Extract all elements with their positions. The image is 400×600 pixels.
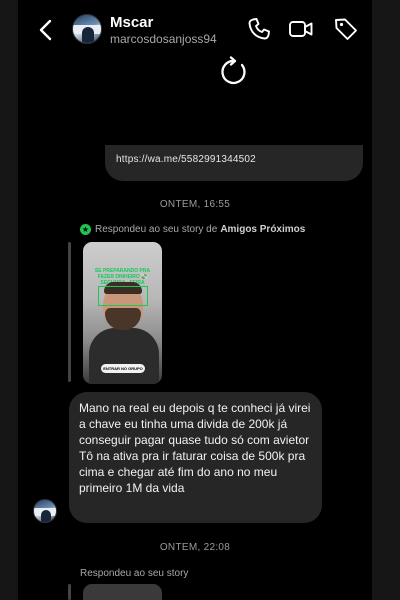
sender-avatar[interactable] <box>33 499 57 523</box>
chat-header: Mscar marcosdosanjoss94 <box>18 0 372 58</box>
story-reply-label: Respondeu ao seu story <box>80 568 189 579</box>
contact-name[interactable]: Mscar <box>110 14 153 31</box>
refresh-icon[interactable] <box>218 56 250 88</box>
reply-indicator-bar <box>68 242 71 382</box>
close-friends-star-icon: ★ <box>80 224 91 235</box>
text-message-bubble[interactable]: Mano na real eu depois q te conheci já v… <box>69 392 322 523</box>
story-thumbnail[interactable]: SE PREPARANDO PRA FAZER DINHEIRO 💸 SEGUN… <box>83 242 162 384</box>
close-friends-label: Amigos Próximos <box>220 224 306 235</box>
story-thumbnail[interactable] <box>83 584 162 600</box>
link-message-bubble[interactable]: https://wa.me/5582991344502 <box>105 145 363 181</box>
left-edge <box>0 0 18 600</box>
avatar[interactable] <box>72 14 102 44</box>
link-text[interactable]: https://wa.me/5582991344502 <box>116 154 256 165</box>
timestamp: ONTEM, 22:08 <box>159 542 231 553</box>
timestamp: ONTEM, 16:55 <box>159 199 231 210</box>
back-icon[interactable] <box>38 19 54 41</box>
reply-indicator-bar <box>68 584 71 600</box>
contact-username[interactable]: marcosdosanjoss94 <box>110 32 217 46</box>
conversation-view: Mscar marcosdosanjoss94 https://wa.me/55… <box>18 0 372 600</box>
phone-icon[interactable] <box>246 16 272 42</box>
story-reply-label: ★ Respondeu ao seu story de Amigos Próxi… <box>80 224 305 235</box>
right-edge <box>372 0 400 600</box>
video-icon[interactable] <box>288 16 314 42</box>
story-reply-prefix: Respondeu ao seu story de <box>95 224 218 235</box>
message-text: Tô na ativa pra ir faturar coisa de 500k… <box>79 449 306 495</box>
tag-icon[interactable] <box>333 16 359 42</box>
chat-screen: Mscar marcosdosanjoss94 https://wa.me/55… <box>0 0 400 600</box>
message-text: Mano na real eu depois q te conheci já v… <box>79 401 311 447</box>
story-join-button: ENTRAR NO GRUPO <box>101 364 145 373</box>
